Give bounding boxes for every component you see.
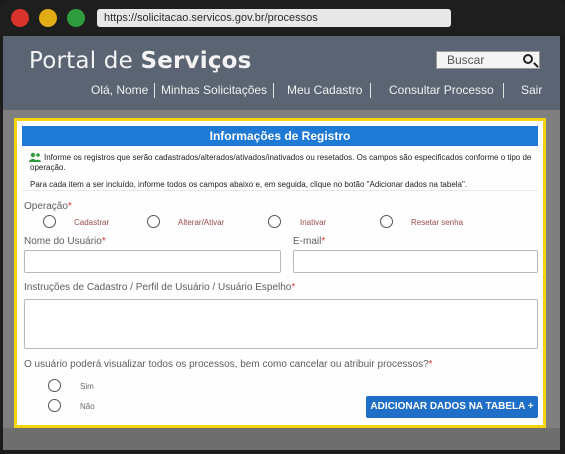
maximize-window-button[interactable] [67, 9, 85, 27]
email-label: E-mail* [293, 236, 326, 247]
radio-resetar-senha[interactable] [380, 215, 393, 228]
portal-title: Portal de Serviços [29, 48, 252, 74]
radio-alterar-ativar[interactable] [147, 215, 160, 228]
address-bar[interactable]: https://solicitacao.servicos.gov.br/proc… [97, 9, 451, 27]
nav-separator [370, 83, 371, 98]
add-to-table-button[interactable]: ADICIONAR DADOS NA TABELA + [366, 396, 538, 418]
portal-title-bold: Serviços [140, 48, 252, 74]
operation-label: Operação* [24, 201, 72, 212]
nav-separator [273, 83, 274, 98]
registration-modal: Informações de Registro Informe os regis… [14, 118, 546, 428]
close-window-button[interactable] [11, 9, 29, 27]
nav-my-profile[interactable]: Meu Cadastro [287, 83, 362, 97]
radio-label-sim: Sim [80, 382, 94, 391]
browser-window: https://solicitacao.servicos.gov.br/proc… [0, 0, 565, 454]
radio-inativar[interactable] [268, 215, 281, 228]
divider [22, 190, 538, 191]
search-icon[interactable] [523, 54, 533, 64]
radio-label-inativar: Inativar [300, 218, 327, 227]
site-header: Portal de Serviços Buscar Olá, Nome Minh… [3, 36, 560, 110]
page-viewport: Portal de Serviços Buscar Olá, Nome Minh… [3, 36, 560, 450]
username-label: Nome do Usuário* [24, 236, 106, 247]
radio-nao[interactable] [48, 399, 61, 412]
info-text-line3: Para cada item a ser incluído, informe t… [30, 180, 468, 189]
nav-separator [503, 83, 504, 98]
email-input[interactable] [293, 250, 538, 273]
nav-greeting[interactable]: Olá, Nome [91, 83, 148, 97]
nav-query-process[interactable]: Consultar Processo [389, 83, 494, 97]
minimize-window-button[interactable] [39, 9, 57, 27]
radio-cadastrar[interactable] [43, 215, 56, 228]
radio-label-cadastrar: Cadastrar [74, 218, 110, 227]
search-box[interactable]: Buscar [436, 51, 540, 69]
visibility-question-label: O usuário poderá visualizar todos os pro… [24, 359, 433, 370]
nav-my-requests[interactable]: Minhas Solicitações [161, 83, 267, 97]
portal-title-light: Portal de [29, 48, 141, 74]
radio-sim[interactable] [48, 379, 61, 392]
username-input[interactable] [24, 250, 281, 273]
instructions-textarea[interactable] [24, 299, 538, 349]
radio-label-resetar-senha: Resetar senha [411, 218, 464, 227]
radio-label-nao: Não [80, 402, 95, 411]
modal-title: Informações de Registro [22, 126, 538, 146]
users-icon [29, 152, 41, 162]
search-placeholder: Buscar [447, 53, 485, 67]
page-footer-strip [3, 428, 560, 450]
info-text-line1: Informe os registros que serão cadastrad… [44, 153, 532, 162]
info-text-line2: operação. [30, 163, 66, 172]
nav-separator [154, 83, 155, 98]
browser-titlebar: https://solicitacao.servicos.gov.br/proc… [0, 0, 565, 36]
radio-label-alterar-ativar: Alterar/Ativar [178, 218, 225, 227]
nav-logout[interactable]: Sair [521, 83, 542, 97]
instructions-label: Instruções de Cadastro / Perfil de Usuár… [24, 282, 296, 293]
